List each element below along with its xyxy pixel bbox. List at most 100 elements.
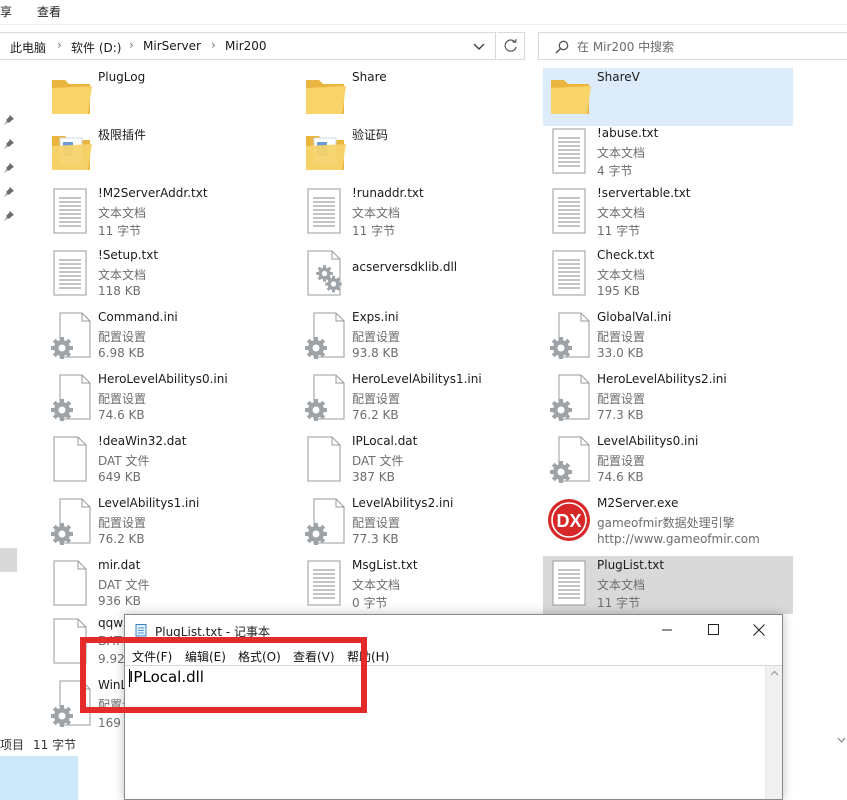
file-item[interactable]: !servertable.txt 文本文档 11 字节 bbox=[543, 184, 793, 242]
file-name: !runaddr.txt bbox=[352, 186, 424, 200]
file-name: PlugLog bbox=[98, 70, 146, 84]
file-item[interactable]: Check.txt 文本文档 195 KB bbox=[543, 246, 793, 304]
file-type: 文本文档 bbox=[352, 578, 401, 592]
file-item[interactable]: MsgList.txt 文本文档 0 字节 bbox=[298, 556, 548, 614]
file-name: HeroLevelAbilitys0.ini bbox=[98, 372, 228, 386]
file-size: 77.3 KB bbox=[352, 532, 399, 546]
file-item[interactable]: PlugLog bbox=[44, 68, 294, 126]
minimize-button[interactable] bbox=[644, 615, 690, 645]
pin-icon[interactable] bbox=[3, 114, 15, 126]
refresh-icon bbox=[504, 38, 517, 52]
text-file-icon bbox=[48, 186, 96, 238]
file-name: IPLocal.dat bbox=[352, 434, 418, 448]
maximize-button[interactable] bbox=[690, 615, 736, 645]
file-item[interactable]: HeroLevelAbilitys2.ini 配置设置 77.3 KB bbox=[543, 370, 793, 428]
crumb-this-pc[interactable]: 此电脑 bbox=[10, 39, 46, 56]
file-item[interactable]: mir.dat DAT 文件 936 KB bbox=[44, 556, 294, 614]
file-type: 文本文档 bbox=[352, 206, 401, 220]
file-type: 配置设置 bbox=[98, 392, 147, 406]
chevron-right-icon[interactable]: › bbox=[129, 38, 134, 52]
notepad-icon bbox=[135, 624, 147, 637]
file-item[interactable]: HeroLevelAbilitys1.ini 配置设置 76.2 KB bbox=[298, 370, 548, 428]
crumb-mir200[interactable]: Mir200 bbox=[225, 39, 267, 53]
file-name: acserversdklib.dll bbox=[352, 260, 458, 274]
file-item[interactable]: GlobalVal.ini 配置设置 33.0 KB bbox=[543, 308, 793, 366]
search-input[interactable] bbox=[577, 38, 827, 56]
file-name: Share bbox=[352, 70, 387, 84]
close-button[interactable] bbox=[736, 615, 782, 645]
file-size: 93.8 KB bbox=[352, 346, 399, 360]
file-item[interactable]: Share bbox=[298, 68, 548, 126]
address-bar[interactable]: 此电脑 › 软件 (D:) › MirServer › Mir200 bbox=[0, 32, 496, 60]
file-item[interactable]: LevelAbilitys2.ini 配置设置 77.3 KB bbox=[298, 494, 548, 552]
chevron-down-icon[interactable] bbox=[470, 40, 488, 54]
file-name: 验证码 bbox=[352, 128, 389, 142]
file-item[interactable]: 极限插件 bbox=[44, 124, 294, 182]
folder-icon bbox=[48, 126, 96, 178]
file-item[interactable]: Command.ini 配置设置 6.98 KB bbox=[44, 308, 294, 366]
config-file-icon bbox=[302, 496, 350, 548]
chevron-right-icon[interactable]: › bbox=[211, 38, 216, 52]
file-type: gameofmir数据处理引擎 bbox=[597, 516, 735, 530]
search-box[interactable] bbox=[538, 32, 847, 60]
file-size: 6.98 KB bbox=[98, 346, 145, 360]
file-item[interactable]: PlugList.txt 文本文档 11 字节 bbox=[543, 556, 793, 614]
address-row: 此电脑 › 软件 (D:) › MirServer › Mir200 bbox=[0, 24, 847, 68]
file-item[interactable]: !runaddr.txt 文本文档 11 字节 bbox=[298, 184, 548, 242]
minimize-icon bbox=[662, 629, 672, 631]
file-type: 文本文档 bbox=[98, 206, 147, 220]
file-name: LevelAbilitys0.ini bbox=[597, 434, 699, 448]
tab-share[interactable]: 享 bbox=[0, 3, 12, 20]
file-name: !Setup.txt bbox=[98, 248, 159, 262]
tab-view[interactable]: 查看 bbox=[37, 3, 61, 20]
file-name: 极限插件 bbox=[98, 128, 147, 142]
chevron-right-icon[interactable]: › bbox=[57, 38, 62, 52]
highlight-box bbox=[80, 637, 367, 713]
file-type: 文本文档 bbox=[597, 578, 646, 592]
pin-icon[interactable] bbox=[3, 210, 15, 222]
file-item[interactable]: 验证码 bbox=[298, 124, 548, 182]
dll-file-icon bbox=[302, 248, 350, 300]
file-size: http://www.gameofmir.com bbox=[597, 532, 760, 546]
status-bar: 项目 11 字节 bbox=[0, 734, 130, 754]
config-file-icon bbox=[48, 372, 96, 424]
file-item[interactable]: !deaWin32.dat DAT 文件 649 KB bbox=[44, 432, 294, 490]
crumb-drive[interactable]: 软件 (D:) bbox=[71, 39, 121, 56]
file-item[interactable]: DX M2Server.exe gameofmir数据处理引擎 http://www.… bbox=[543, 494, 793, 552]
nav-item-highlight[interactable] bbox=[0, 756, 78, 800]
file-type: 文本文档 bbox=[597, 206, 646, 220]
scroll-up-icon[interactable] bbox=[770, 670, 779, 676]
file-name: !abuse.txt bbox=[597, 126, 659, 140]
file-name: Command.ini bbox=[98, 310, 178, 324]
ribbon-tabs: 享 查看 bbox=[0, 0, 847, 24]
file-item[interactable]: LevelAbilitys1.ini 配置设置 76.2 KB bbox=[44, 494, 294, 552]
file-size: 76.2 KB bbox=[98, 532, 145, 546]
pin-icon[interactable] bbox=[3, 162, 15, 174]
file-item[interactable]: !M2ServerAddr.txt 文本文档 11 字节 bbox=[44, 184, 294, 242]
file-item[interactable]: !abuse.txt 文本文档 4 字节 bbox=[543, 124, 793, 182]
refresh-button[interactable] bbox=[497, 32, 525, 60]
file-item[interactable]: Exps.ini 配置设置 93.8 KB bbox=[298, 308, 548, 366]
file-item[interactable]: HeroLevelAbilitys0.ini 配置设置 74.6 KB bbox=[44, 370, 294, 428]
dx-app-icon: DX bbox=[547, 496, 595, 548]
scroll-down-icon[interactable] bbox=[836, 730, 847, 750]
file-item[interactable]: ShareV bbox=[543, 68, 793, 126]
file-name: !M2ServerAddr.txt bbox=[98, 186, 208, 200]
notepad-vertical-scrollbar[interactable] bbox=[765, 665, 782, 799]
file-item[interactable]: !Setup.txt 文本文档 118 KB bbox=[44, 246, 294, 304]
pin-icon[interactable] bbox=[3, 186, 15, 198]
file-item[interactable]: LevelAbilitys0.ini 配置设置 74.6 KB bbox=[543, 432, 793, 490]
config-file-icon bbox=[302, 310, 350, 362]
config-file-icon bbox=[547, 310, 595, 362]
file-item[interactable]: acserversdklib.dll bbox=[298, 246, 548, 304]
navigation-pane bbox=[0, 68, 19, 748]
pin-icon[interactable] bbox=[3, 138, 15, 150]
file-item[interactable]: IPLocal.dat DAT 文件 387 KB bbox=[298, 432, 548, 490]
file-size: 77.3 KB bbox=[597, 408, 644, 422]
text-file-icon bbox=[302, 558, 350, 610]
nav-item-selected[interactable] bbox=[0, 548, 17, 572]
file-type: 配置设置 bbox=[597, 330, 646, 344]
file-name: LevelAbilitys1.ini bbox=[98, 496, 200, 510]
file-size: 936 KB bbox=[98, 594, 141, 608]
crumb-mirserver[interactable]: MirServer bbox=[143, 39, 201, 53]
